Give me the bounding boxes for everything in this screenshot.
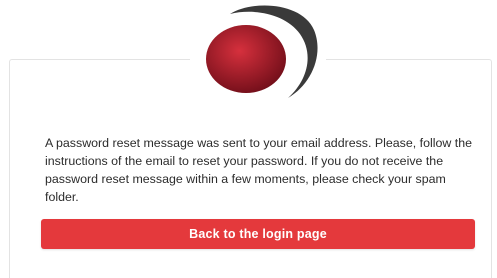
password-reset-page: A password reset message was sent to you…: [0, 0, 497, 278]
brand-logo: [190, 0, 326, 112]
back-to-login-button[interactable]: Back to the login page: [41, 219, 475, 249]
reset-confirmation-message: A password reset message was sent to you…: [45, 136, 472, 204]
brand-logo-icon: [206, 5, 318, 98]
